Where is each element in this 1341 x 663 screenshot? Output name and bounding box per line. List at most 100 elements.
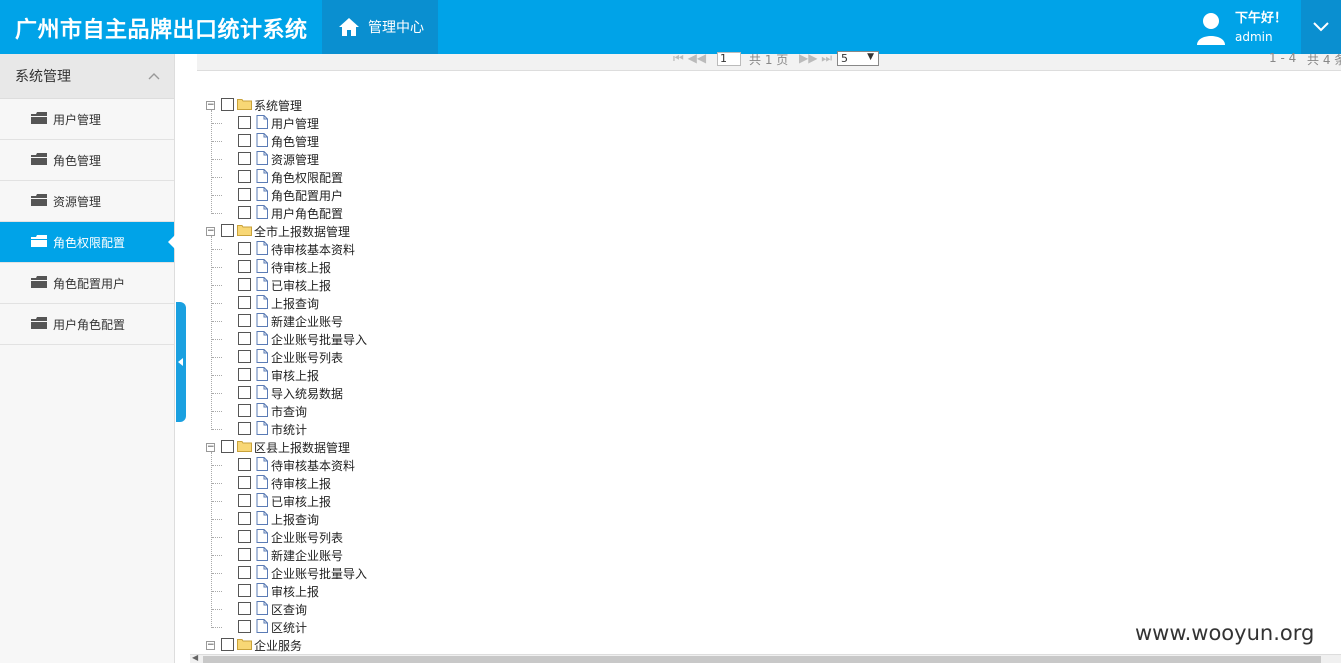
folder-icon xyxy=(31,193,47,209)
collapse-toggle-icon[interactable]: − xyxy=(206,101,215,110)
pagination-bar: ⏮ ◀◀ 1 共 1 页 ▶▶ ⏭ 5 ▼ 1 - 4 共 4 条 xyxy=(197,51,1341,71)
first-page-icon[interactable]: ⏮ ◀◀ xyxy=(673,51,706,66)
tree-checkbox[interactable] xyxy=(238,368,251,381)
collapse-toggle-icon[interactable]: − xyxy=(206,641,215,650)
tree-leaf: 角色权限配置 xyxy=(204,168,604,186)
tree-checkbox[interactable] xyxy=(238,566,251,579)
tree-leaf-label[interactable]: 上报查询 xyxy=(271,511,319,528)
sidebar-section-header[interactable]: 系统管理 xyxy=(0,54,174,99)
tree-node-label[interactable]: 企业服务 xyxy=(254,637,302,654)
tree-leaf-label[interactable]: 企业账号批量导入 xyxy=(271,331,367,348)
horizontal-scrollbar[interactable]: ◀ xyxy=(190,653,1341,663)
tree-leaf-label[interactable]: 上报查询 xyxy=(271,295,319,312)
sidebar-item-2[interactable]: 资源管理 xyxy=(0,181,174,222)
tree-leaf-label[interactable]: 待审核上报 xyxy=(271,259,331,276)
tree-checkbox[interactable] xyxy=(238,260,251,273)
top-header: 广州市自主品牌出口统计系统 管理中心 下午好！ admin xyxy=(0,0,1341,54)
greeting-text: 下午好！ xyxy=(1235,11,1288,26)
tree-leaf: 用户角色配置 xyxy=(204,204,604,222)
tree-leaf-label[interactable]: 待审核基本资料 xyxy=(271,241,355,258)
tree-leaf-label[interactable]: 企业账号批量导入 xyxy=(271,565,367,582)
tree-checkbox[interactable] xyxy=(238,584,251,597)
tree-leaf-label[interactable]: 用户角色配置 xyxy=(271,205,343,222)
tree-leaf-label[interactable]: 角色管理 xyxy=(271,133,319,150)
document-icon xyxy=(256,493,268,510)
tree-checkbox[interactable] xyxy=(238,134,251,147)
tree-checkbox[interactable] xyxy=(238,170,251,183)
tree-checkbox[interactable] xyxy=(221,98,234,111)
page-input[interactable]: 1 xyxy=(717,52,741,66)
tree-leaf: 资源管理 xyxy=(204,150,604,168)
tree-node-label[interactable]: 全市上报数据管理 xyxy=(254,223,350,240)
document-icon xyxy=(256,169,268,186)
sidebar-item-5[interactable]: 用户角色配置 xyxy=(0,304,174,345)
tree-checkbox[interactable] xyxy=(238,512,251,525)
sidebar-item-3[interactable]: 角色权限配置 xyxy=(0,222,175,263)
tree-leaf-label[interactable]: 市查询 xyxy=(271,403,307,420)
scroll-left-icon[interactable]: ◀ xyxy=(192,653,198,662)
tree-checkbox[interactable] xyxy=(238,476,251,489)
tree-checkbox[interactable] xyxy=(238,458,251,471)
tree-leaf-label[interactable]: 企业账号列表 xyxy=(271,529,343,546)
tree-checkbox[interactable] xyxy=(238,332,251,345)
tree-checkbox[interactable] xyxy=(238,278,251,291)
collapse-toggle-icon[interactable]: − xyxy=(206,443,215,452)
tree-checkbox[interactable] xyxy=(221,638,234,651)
user-info[interactable]: 下午好！ admin xyxy=(1195,8,1287,48)
collapse-toggle-icon[interactable]: − xyxy=(206,227,215,236)
tree-node-label[interactable]: 区县上报数据管理 xyxy=(254,439,350,456)
tree-checkbox[interactable] xyxy=(238,350,251,363)
tree-leaf-label[interactable]: 待审核上报 xyxy=(271,475,331,492)
tree-leaf-label[interactable]: 市统计 xyxy=(271,421,307,438)
tree-leaf-label[interactable]: 区统计 xyxy=(271,619,307,636)
tab-management-center[interactable]: 管理中心 xyxy=(322,0,438,54)
tree-leaf-label[interactable]: 角色配置用户 xyxy=(271,187,343,204)
tree-leaf-label[interactable]: 待审核基本资料 xyxy=(271,457,355,474)
tree-leaf-label[interactable]: 区查询 xyxy=(271,601,307,618)
tree-checkbox[interactable] xyxy=(238,314,251,327)
next-page-icon[interactable]: ▶▶ ⏭ xyxy=(799,51,832,66)
tree-leaf-label[interactable]: 用户管理 xyxy=(271,115,319,132)
tree-checkbox[interactable] xyxy=(238,152,251,165)
tree-checkbox[interactable] xyxy=(238,404,251,417)
tree-checkbox[interactable] xyxy=(221,224,234,237)
tree-checkbox[interactable] xyxy=(238,188,251,201)
watermark: www.wooyun.org xyxy=(1135,621,1315,645)
tree-leaf-label[interactable]: 新建企业账号 xyxy=(271,313,343,330)
tree-leaf-label[interactable]: 新建企业账号 xyxy=(271,547,343,564)
tree-checkbox[interactable] xyxy=(238,386,251,399)
tree-checkbox[interactable] xyxy=(238,422,251,435)
tree-node-label[interactable]: 系统管理 xyxy=(254,97,302,114)
tree-leaf-label[interactable]: 导入统易数据 xyxy=(271,385,343,402)
sidebar-item-0[interactable]: 用户管理 xyxy=(0,99,174,140)
folder-icon xyxy=(237,638,252,653)
user-menu-dropdown[interactable] xyxy=(1301,0,1341,54)
tree-leaf-label[interactable]: 已审核上报 xyxy=(271,493,331,510)
document-icon xyxy=(256,259,268,276)
sidebar-collapse-handle[interactable] xyxy=(176,302,186,422)
tree-checkbox[interactable] xyxy=(238,620,251,633)
tree-leaf-label[interactable]: 审核上报 xyxy=(271,367,319,384)
tree-checkbox[interactable] xyxy=(221,440,234,453)
tree-leaf-label[interactable]: 角色权限配置 xyxy=(271,169,343,186)
tree-leaf: 角色管理 xyxy=(204,132,604,150)
scrollbar-thumb[interactable] xyxy=(203,656,1321,663)
sidebar-item-1[interactable]: 角色管理 xyxy=(0,140,174,181)
tree-checkbox[interactable] xyxy=(238,206,251,219)
tree-checkbox[interactable] xyxy=(238,296,251,309)
tree-leaf-label[interactable]: 已审核上报 xyxy=(271,277,331,294)
tree-connector xyxy=(212,159,222,160)
page-size-select[interactable]: 5 ▼ xyxy=(837,51,879,66)
tree-checkbox[interactable] xyxy=(238,548,251,561)
tree-checkbox[interactable] xyxy=(238,242,251,255)
tree-leaf-label[interactable]: 资源管理 xyxy=(271,151,319,168)
document-icon xyxy=(256,385,268,402)
tree-checkbox[interactable] xyxy=(238,602,251,615)
tree-checkbox[interactable] xyxy=(238,530,251,543)
tree-leaf-label[interactable]: 企业账号列表 xyxy=(271,349,343,366)
sidebar-item-4[interactable]: 角色配置用户 xyxy=(0,263,174,304)
tree-checkbox[interactable] xyxy=(238,494,251,507)
tree-checkbox[interactable] xyxy=(238,116,251,129)
tree-leaf-label[interactable]: 审核上报 xyxy=(271,583,319,600)
document-icon xyxy=(256,295,268,312)
